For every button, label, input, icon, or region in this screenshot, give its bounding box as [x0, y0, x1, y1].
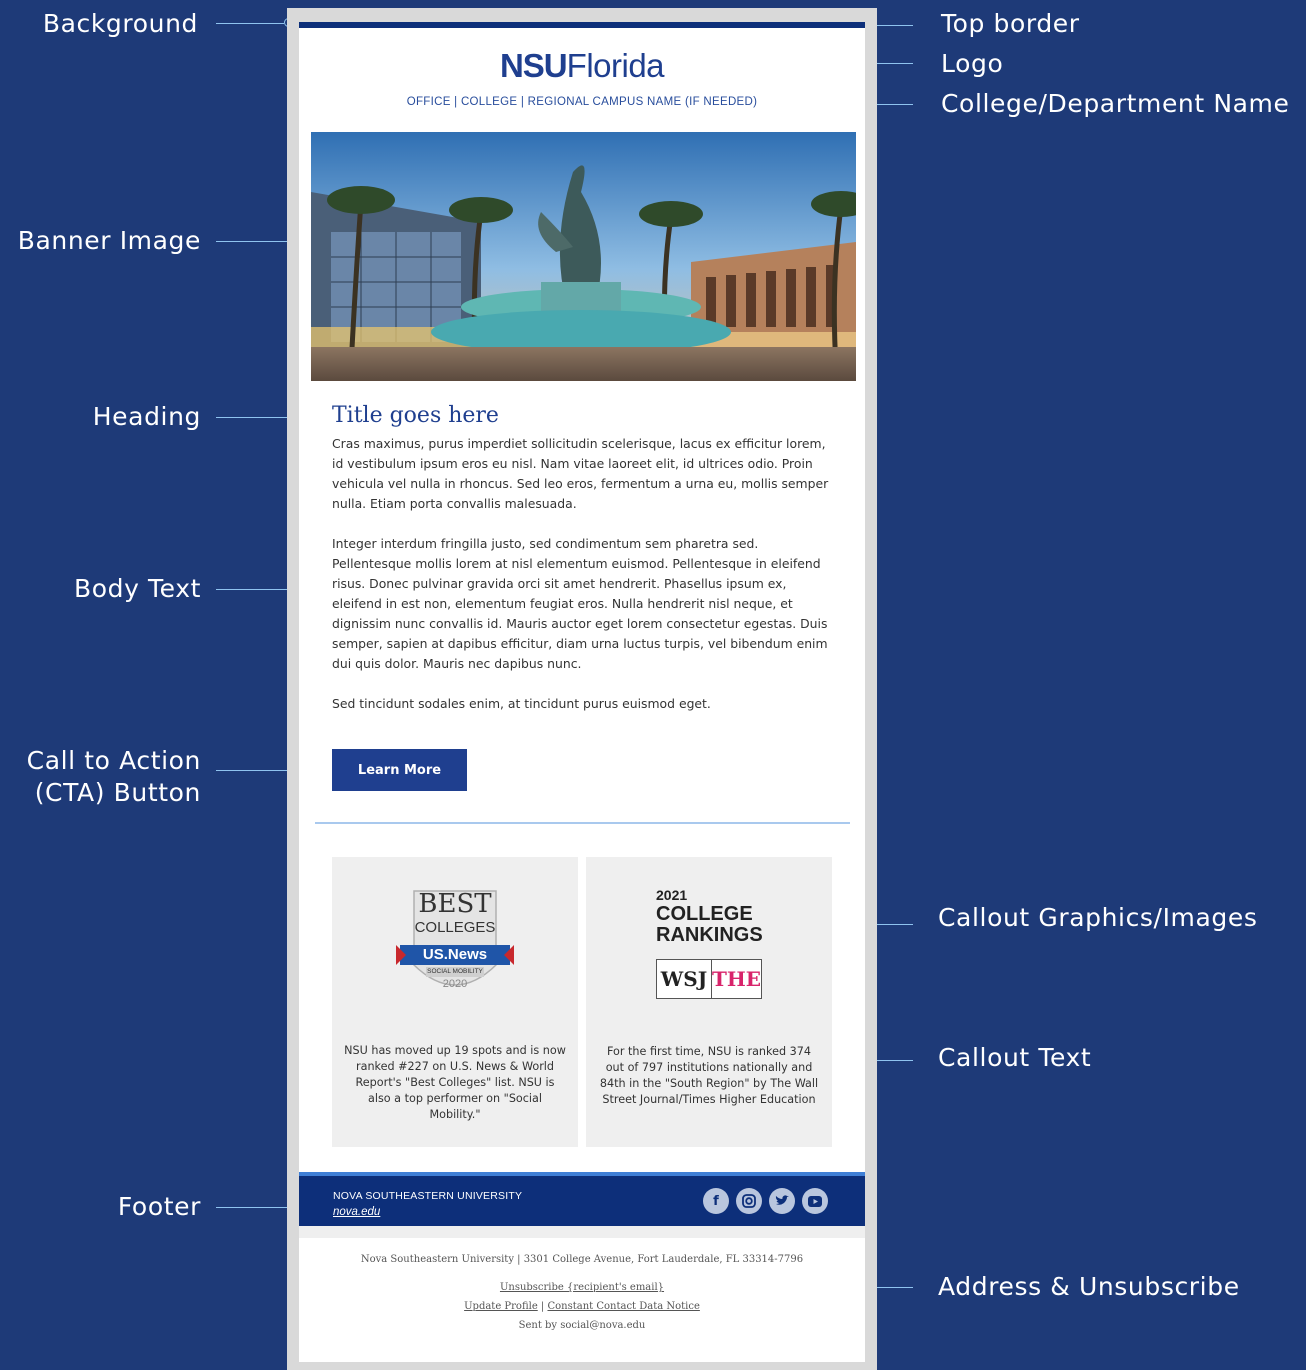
annotation-cta-line2: (CTA) Button [34, 778, 201, 807]
unsubscribe-link[interactable]: Unsubscribe {recipient's email} [500, 1282, 664, 1293]
annotation-callout-graphics: Callout Graphics/Images [938, 903, 1258, 932]
badge-colleges: COLLEGES [414, 919, 496, 936]
body-paragraph: Sed tincidunt sodales enim, at tincidunt… [332, 696, 711, 711]
callout-text: NSU has moved up 19 spots and is now ran… [344, 1044, 566, 1121]
rankings-line2: RANKINGS [656, 924, 763, 946]
body-text: Cras maximus, purus imperdiet sollicitud… [332, 434, 837, 734]
footer-spacer [299, 1226, 865, 1238]
annotation-cta-line1: Call to Action [26, 746, 201, 775]
footer-org-name: NOVA SOUTHEASTERN UNIVERSITY [333, 1190, 523, 1202]
badge-year: 2020 [442, 978, 468, 990]
update-profile-link[interactable]: Update Profile [464, 1301, 538, 1312]
annotation-heading: Heading [92, 402, 201, 431]
facebook-icon[interactable]: f [703, 1188, 729, 1214]
instagram-icon[interactable] [736, 1188, 762, 1214]
nsu-florida-logo: NSUFlorida [299, 46, 865, 86]
callout-best-colleges: BEST COLLEGES US.News SOCIAL MOBILITY 20… [332, 857, 578, 1147]
logo-light-text: Florida [566, 47, 665, 84]
link-separator: | [540, 1301, 545, 1312]
rankings-title: 2021 COLLEGE RANKINGS [656, 887, 763, 946]
top-border [299, 22, 865, 28]
annotation-callout-text: Callout Text [938, 1043, 1092, 1072]
body-paragraph: Cras maximus, purus imperdiet sollicitud… [332, 436, 829, 511]
wsj-the-logo: WSJ THE [656, 959, 762, 999]
leader-line [877, 25, 913, 26]
rankings-year: 2021 [656, 887, 688, 903]
sent-by: Sent by social@nova.edu [518, 1320, 646, 1331]
profile-links: Update Profile | Constant Contact Data N… [299, 1301, 865, 1312]
twitter-icon[interactable] [769, 1188, 795, 1214]
email-title: Title goes here [332, 403, 499, 428]
annotation-logo: Logo [941, 49, 1004, 78]
banner-image [311, 132, 856, 381]
annotation-footer: Footer [117, 1192, 201, 1221]
annotation-body-text: Body Text [73, 574, 201, 603]
callout-college-rankings: 2021 COLLEGE RANKINGS WSJ THE For the fi… [586, 857, 832, 1147]
department-name: OFFICE | COLLEGE | REGIONAL CAMPUS NAME … [406, 96, 758, 108]
logo-bold-text: NSU [499, 47, 568, 84]
footer-website-link[interactable]: nova.edu [333, 1206, 380, 1218]
learn-more-button[interactable]: Learn More [332, 749, 467, 791]
postal-address: Nova Southeastern University | 3301 Coll… [360, 1254, 804, 1265]
email-footer: NOVA SOUTHEASTERN UNIVERSITY nova.edu f [299, 1172, 865, 1226]
badge-sub: SOCIAL MOBILITY [427, 968, 483, 975]
leader-line [216, 23, 284, 24]
the-logo-text: THE [711, 967, 761, 991]
annotation-top-border: Top border [941, 9, 1080, 38]
annotation-banner-image: Banner Image [17, 226, 201, 255]
body-paragraph: Integer interdum fringilla justo, sed co… [332, 536, 828, 671]
leader-line [216, 1207, 298, 1208]
email-template: NSUFlorida OFFICE | COLLEGE | REGIONAL C… [299, 22, 865, 1362]
unsubscribe-line: Unsubscribe {recipient's email} [299, 1282, 865, 1293]
annotation-college-department-name: College/Department Name [941, 89, 1290, 118]
data-notice-link[interactable]: Constant Contact Data Notice [547, 1301, 699, 1312]
us-news-badge: BEST COLLEGES US.News SOCIAL MOBILITY 20… [396, 887, 514, 1007]
wsj-logo-text: WSJ [657, 960, 712, 998]
callout-text: For the first time, NSU is ranked 374 ou… [599, 1045, 819, 1106]
youtube-icon[interactable] [802, 1188, 828, 1214]
badge-usnews: US.News [422, 946, 488, 963]
annotation-address-unsubscribe: Address & Unsubscribe [938, 1272, 1240, 1301]
annotation-background: Background [42, 9, 198, 38]
badge-best: BEST [418, 889, 492, 919]
section-divider [315, 822, 850, 824]
leader-line [216, 241, 298, 242]
rankings-line1: COLLEGE [656, 903, 753, 925]
